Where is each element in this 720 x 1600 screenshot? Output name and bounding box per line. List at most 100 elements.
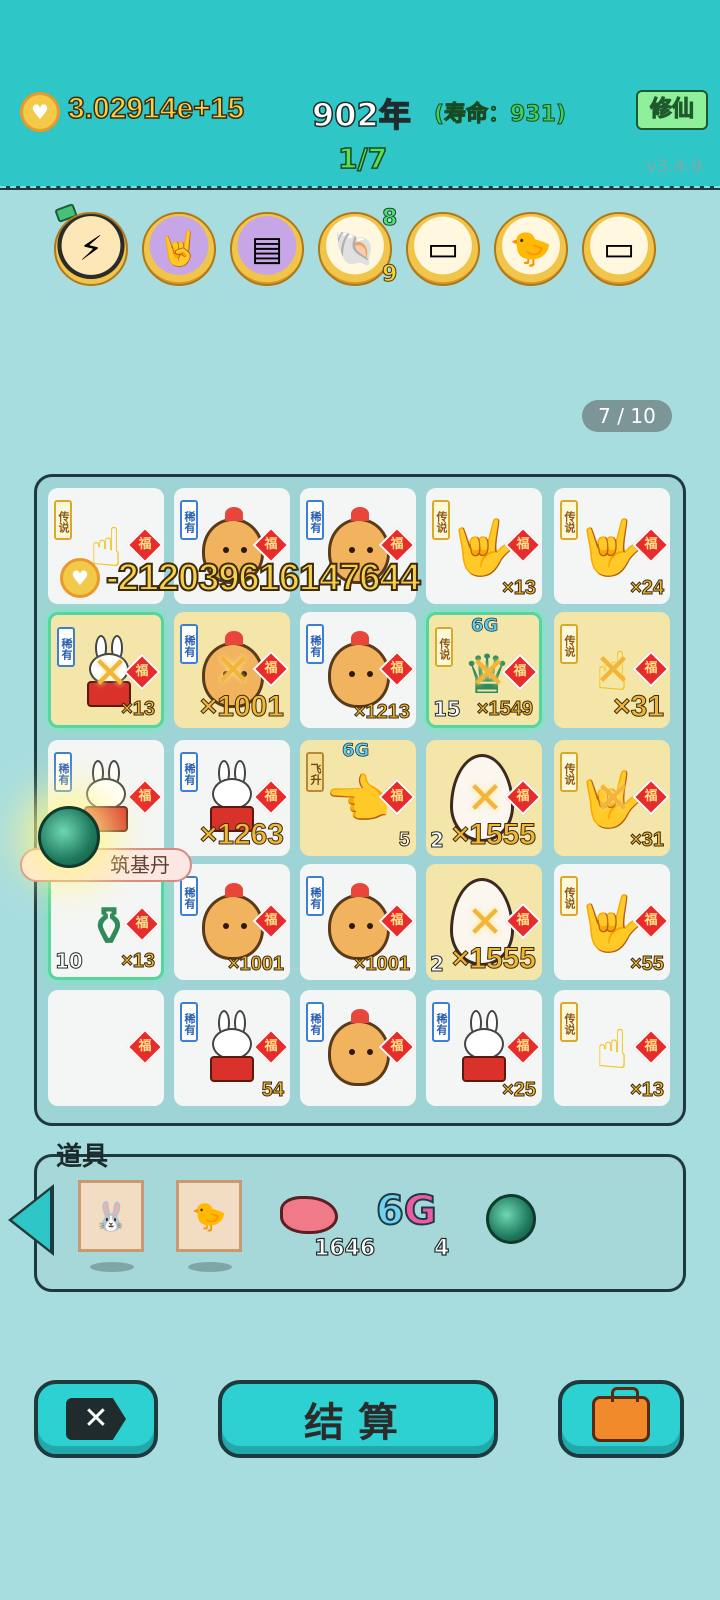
grid-cell[interactable]: 稀有 ✕ 福 ×1001 [174, 612, 290, 728]
level-label: 2 [430, 828, 445, 853]
rock-hand-icon[interactable]: 🤘 [142, 212, 216, 286]
6g-badge: 6G [342, 740, 370, 761]
stack-count: ×25 [502, 1079, 537, 1102]
chick-icon [328, 883, 390, 960]
grid-cell[interactable]: 稀有 福 ×1001 [300, 864, 416, 980]
grid-cell[interactable]: 稀有 福 ×25 [426, 990, 542, 1106]
jade-orb-icon[interactable] [38, 806, 100, 868]
shell-count-bottom: 9 [381, 262, 398, 288]
stack-count: ×1549 [476, 698, 533, 721]
page-indicator: 7 / 10 [582, 400, 672, 432]
grid-cell[interactable]: 稀有 福 54 [174, 990, 290, 1106]
settle-button[interactable]: 结算 [218, 1380, 498, 1458]
chick-icon [328, 1009, 390, 1086]
stack-count: 54 [261, 1079, 284, 1102]
rabbit-portrait-icon: 🐰 [78, 1180, 144, 1252]
year-counter: 902年 [311, 95, 411, 135]
grid-cell[interactable]: 传说 🤟 福 ×24 [554, 488, 670, 604]
rare-tag: 稀有 [180, 624, 198, 664]
grid-cell[interactable]: 传说 ☝ 福 ×13 [554, 990, 670, 1106]
rabbit-icon [208, 1010, 256, 1086]
damage-value: -212039616147644 [105, 556, 422, 600]
grid-cell[interactable]: ✕ 福 2 ×1555 [426, 740, 542, 856]
item-shadow [188, 1262, 232, 1272]
grid-cell[interactable]: 飞升 6G 👈 福 5 [300, 740, 416, 856]
jade-orb-icon[interactable] [486, 1194, 536, 1244]
grid-cell[interactable]: 传说 🤟 福 ×13 [426, 488, 542, 604]
rare-tag: 稀有 [57, 627, 75, 667]
grid-cell[interactable]: 传说 6G ♛ ✕ 福 15 ×1549 [426, 612, 542, 728]
stack-count: ×1263 [199, 818, 284, 852]
briefcase-icon [592, 1387, 650, 1442]
scroll-left-arrow-icon[interactable] [12, 1190, 50, 1250]
chick-egg-icon[interactable]: 🐤 [494, 212, 568, 286]
gold-coin-icon [20, 92, 60, 132]
stack-count: ×1555 [451, 818, 536, 852]
grid-cell[interactable]: 稀有 福 ×1001 [174, 864, 290, 980]
stack-count: ×1001 [199, 690, 284, 724]
stack-count: ×13 [121, 950, 156, 973]
merge-cross-icon: ✕ [594, 773, 632, 824]
merge-cross-icon: ✕ [594, 645, 632, 696]
version-label: v3.4.9 [646, 156, 703, 177]
item-slot[interactable]: 🐤 [176, 1180, 244, 1272]
6g-count: 4 [433, 1235, 450, 1261]
item-shadow [90, 1262, 134, 1272]
level-label: 15 [433, 697, 462, 722]
stack-count: ×1213 [353, 701, 410, 724]
skirt-icon[interactable]: ▤ [230, 212, 304, 286]
grid-cell[interactable]: 稀有 福 ×1213 [300, 612, 416, 728]
merge-cross-icon: ✕ [466, 773, 504, 824]
rare-tag: 稀有 [306, 624, 324, 664]
liver-count: 1646 [313, 1235, 376, 1261]
fu-badge: 福 [504, 1028, 542, 1066]
header-divider [0, 186, 720, 188]
chick-portrait-icon: 🐤 [176, 1180, 242, 1252]
stack-count: ×1555 [451, 942, 536, 976]
rare-tag: 稀有 [180, 500, 198, 540]
gold-amount: 3.02914e+15 [67, 91, 245, 126]
grid-cell[interactable]: 传说 🤟 ✕ 福 ×31 [554, 740, 670, 856]
tissue-box-icon[interactable]: ▭ [582, 212, 656, 286]
merge-cross-icon: ✕ [466, 897, 504, 948]
grid-cell[interactable]: 传说 ☝ ✕ 福 ×31 [554, 612, 670, 728]
grid-cell[interactable]: 稀有 福 [300, 990, 416, 1106]
stack-count: ×24 [630, 577, 665, 600]
merge-cross-icon: ✕ [214, 645, 252, 696]
grid-cell[interactable]: ✕ 福 2 ×1555 [426, 864, 542, 980]
xiuxian-button[interactable]: 修仙 [636, 90, 708, 130]
rare-tag: 稀有 [54, 752, 72, 792]
stack-count: ×31 [613, 690, 665, 724]
close-button[interactable]: ✕ [34, 1380, 158, 1458]
rare-tag: 稀有 [432, 1002, 450, 1042]
liver-icon[interactable] [280, 1196, 338, 1234]
rare-tag: 稀有 [306, 500, 324, 540]
grid-cell[interactable]: 福 [48, 990, 164, 1106]
stack-count: ×13 [121, 698, 156, 721]
level-label: 2 [430, 952, 445, 977]
fu-badge: 福 [252, 778, 290, 816]
rare-tag: 稀有 [306, 1002, 324, 1042]
tissue-box-icon[interactable]: ▭ [406, 212, 480, 286]
fu-badge: 福 [126, 1028, 164, 1066]
stage-progress: 1/7 [337, 141, 388, 176]
stack-count: ×55 [630, 953, 665, 976]
rare-tag: 稀有 [306, 876, 324, 916]
rare-tag: 稀有 [180, 876, 198, 916]
fu-badge: 福 [126, 778, 164, 816]
grid-cell[interactable]: 稀有 ✕ 福 ×13 [48, 612, 164, 728]
grid-cell[interactable]: 传说 🤟 福 ×55 [554, 864, 670, 980]
rare-tag: 稀有 [180, 1002, 198, 1042]
lightning-icon[interactable]: ⚡ [54, 212, 128, 286]
chick-icon [328, 631, 390, 708]
damage-popup: ♥ -212039616147644 [60, 556, 422, 600]
rabbit-icon [460, 1010, 508, 1086]
shell-icon[interactable]: 🐚 [318, 212, 392, 286]
chick-icon [202, 883, 264, 960]
rare-tag: 稀有 [180, 752, 198, 792]
6g-item-icon[interactable]: 6G [375, 1187, 438, 1235]
shell-count-top: 8 [381, 206, 398, 232]
bag-button[interactable] [558, 1380, 684, 1458]
grid-cell[interactable]: 稀有 福 ×1263 [174, 740, 290, 856]
item-slot[interactable]: 🐰 [78, 1180, 146, 1272]
